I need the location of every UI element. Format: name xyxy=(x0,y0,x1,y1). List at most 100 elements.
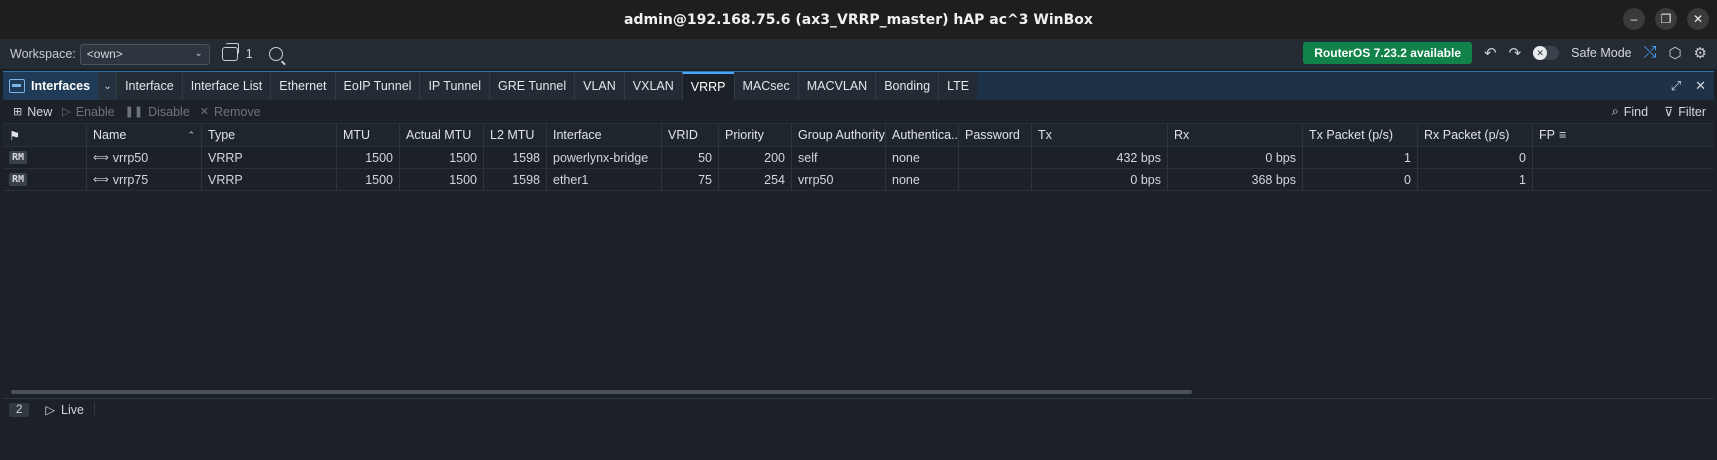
tab-vlan[interactable]: VLAN xyxy=(574,72,624,100)
pause-icon: ❚❚ xyxy=(124,106,144,118)
windows-icon[interactable] xyxy=(221,43,239,61)
tab-ip-tunnel[interactable]: IP Tunnel xyxy=(419,72,490,100)
tab-interface-list[interactable]: Interface List xyxy=(181,72,271,100)
cell-group-authority: vrrp50 xyxy=(792,169,886,190)
cell-l2-mtu: 1598 xyxy=(484,169,547,190)
column-header-name[interactable]: Name ⌃ xyxy=(87,124,202,146)
cell-priority: 254 xyxy=(719,169,792,190)
cell-rx-packet: 0 xyxy=(1418,147,1533,168)
cell-fp xyxy=(1533,147,1708,168)
cell-interface: powerlynx-bridge xyxy=(547,147,662,168)
minimize-icon[interactable]: – xyxy=(1623,8,1645,30)
table-header: ⚑ Name ⌃ Type MTU Actual MTU L2 MTU Inter… xyxy=(3,124,1714,147)
column-header-type[interactable]: Type xyxy=(202,124,337,146)
tab-vxlan[interactable]: VXLAN xyxy=(623,72,682,100)
tab-macsec[interactable]: MACsec xyxy=(733,72,798,100)
remove-button[interactable]: ✕ Remove xyxy=(200,105,261,119)
tab-vrrp[interactable]: VRRP xyxy=(681,72,734,100)
tab-eoip-tunnel[interactable]: EoIP Tunnel xyxy=(334,72,420,100)
disable-button[interactable]: ❚❚ Disable xyxy=(125,105,190,119)
flag-icon: ⚑ xyxy=(9,128,21,143)
new-icon: ⊞ xyxy=(13,106,23,118)
play-icon: ▷ xyxy=(45,403,56,417)
cell-tx: 432 bps xyxy=(1032,147,1168,168)
cell-tx: 0 bps xyxy=(1032,169,1168,190)
safe-mode-toggle[interactable] xyxy=(1533,46,1560,60)
cell-name: vrrp75 xyxy=(112,172,149,187)
connection-icon[interactable]: ⤭ xyxy=(1644,44,1657,62)
close-window-icon[interactable]: ✕ xyxy=(1695,78,1706,94)
column-header-tx-packet[interactable]: Tx Packet (p/s) xyxy=(1303,124,1418,146)
column-header-vrid[interactable]: VRID xyxy=(662,124,719,146)
cell-name: vrrp50 xyxy=(112,150,149,165)
column-header-interface[interactable]: Interface xyxy=(547,124,662,146)
item-count: 2 xyxy=(9,402,30,417)
undo-icon[interactable]: ↶ xyxy=(1484,44,1497,62)
cell-group-authority: self xyxy=(792,147,886,168)
vrrp-link-icon: ⟺ xyxy=(93,152,109,164)
new-button[interactable]: ⊞ New xyxy=(13,105,52,119)
cell-password xyxy=(959,169,1032,190)
title-bar: admin@192.168.75.6 (ax3_VRRP_master) hAP… xyxy=(0,0,1717,39)
table-row[interactable]: RM ⟺ vrrp50 VRRP 1500 1500 1598 powerlynx… xyxy=(3,147,1714,169)
tab-macvlan[interactable]: MACVLAN xyxy=(797,72,876,100)
search-icon[interactable] xyxy=(268,47,283,61)
horizontal-scrollbar[interactable] xyxy=(11,390,1192,394)
interfaces-window: Interfaces ⌄ Interface Interface List Et… xyxy=(3,71,1714,460)
filter-button[interactable]: ⊽ Filter xyxy=(1664,104,1706,120)
cell-rx: 368 bps xyxy=(1168,169,1303,190)
find-button[interactable]: ⌕ Find xyxy=(1612,104,1648,119)
column-header-fp[interactable]: FP ≡ xyxy=(1533,124,1708,146)
flag-column-header[interactable]: ⚑ xyxy=(3,124,87,146)
column-header-rx-packet[interactable]: Rx Packet (p/s) xyxy=(1418,124,1533,146)
column-header-mtu[interactable]: MTU xyxy=(337,124,400,146)
search-icon: ⌕ xyxy=(1611,104,1619,118)
tab-bar: Interfaces ⌄ Interface Interface List Et… xyxy=(3,72,1714,100)
cell-authentication: none xyxy=(886,169,959,190)
column-header-group-authority[interactable]: Group Authority xyxy=(792,124,886,146)
maximize-icon[interactable]: ❐ xyxy=(1655,8,1677,30)
column-header-authentication[interactable]: Authentica... xyxy=(886,124,959,146)
cell-rx-packet: 1 xyxy=(1418,169,1533,190)
column-header-actual-mtu[interactable]: Actual MTU xyxy=(400,124,484,146)
column-header-l2-mtu[interactable]: L2 MTU xyxy=(484,124,547,146)
live-toggle[interactable]: ▷ Live xyxy=(45,402,95,417)
redo-icon[interactable]: ↷ xyxy=(1509,44,1522,62)
expand-icon[interactable]: ⤢ xyxy=(1671,78,1681,94)
chevron-down-icon: ⌄ xyxy=(194,47,203,59)
remove-icon: ✕ xyxy=(199,106,209,118)
gear-icon[interactable]: ⚙ xyxy=(1694,44,1707,62)
tab-dropdown-icon[interactable]: ⌄ xyxy=(98,72,117,100)
cell-password xyxy=(959,147,1032,168)
column-header-rx[interactable]: Rx xyxy=(1168,124,1303,146)
workspace-value: <own> xyxy=(86,46,123,61)
update-available-button[interactable]: RouterOS 7.23.2 available xyxy=(1303,42,1472,64)
close-icon[interactable]: ✕ xyxy=(1687,8,1709,30)
enable-button[interactable]: ▷ Enable xyxy=(62,105,114,119)
cell-type: VRRP xyxy=(202,169,337,190)
cell-type: VRRP xyxy=(202,147,337,168)
cell-fp xyxy=(1533,169,1708,190)
tab-bonding[interactable]: Bonding xyxy=(875,72,939,100)
table-row[interactable]: RM ⟺ vrrp75 VRRP 1500 1500 1598 ether1 75… xyxy=(3,169,1714,191)
vrrp-link-icon: ⟺ xyxy=(93,174,109,186)
column-header-priority[interactable]: Priority xyxy=(719,124,792,146)
main-toolbar: Workspace: <own> ⌄ 1 RouterOS 7.23.2 ava… xyxy=(0,39,1717,69)
tab-interface[interactable]: Interface xyxy=(116,72,182,100)
tab-ethernet[interactable]: Ethernet xyxy=(270,72,335,100)
tab-gre-tunnel[interactable]: GRE Tunnel xyxy=(489,72,575,100)
filter-icon: ⊽ xyxy=(1664,105,1674,119)
package-icon[interactable]: ⬡ xyxy=(1668,44,1681,62)
tab-lte[interactable]: LTE xyxy=(938,72,978,100)
action-bar: ⊞ New ▷ Enable ❚❚ Disable ✕ Remove ⌕ Find… xyxy=(3,100,1714,124)
window-name: Interfaces xyxy=(31,79,91,93)
column-header-password[interactable]: Password xyxy=(959,124,1032,146)
column-header-tx[interactable]: Tx xyxy=(1032,124,1168,146)
cell-l2-mtu: 1598 xyxy=(484,147,547,168)
cell-vrid: 50 xyxy=(662,147,719,168)
workspace-select[interactable]: <own> ⌄ xyxy=(79,43,210,65)
window-count: 1 xyxy=(245,47,253,61)
window-title: admin@192.168.75.6 (ax3_VRRP_master) hAP… xyxy=(624,11,1093,28)
cell-interface: ether1 xyxy=(547,169,662,190)
menu-icon[interactable]: ≡ xyxy=(1559,128,1566,142)
